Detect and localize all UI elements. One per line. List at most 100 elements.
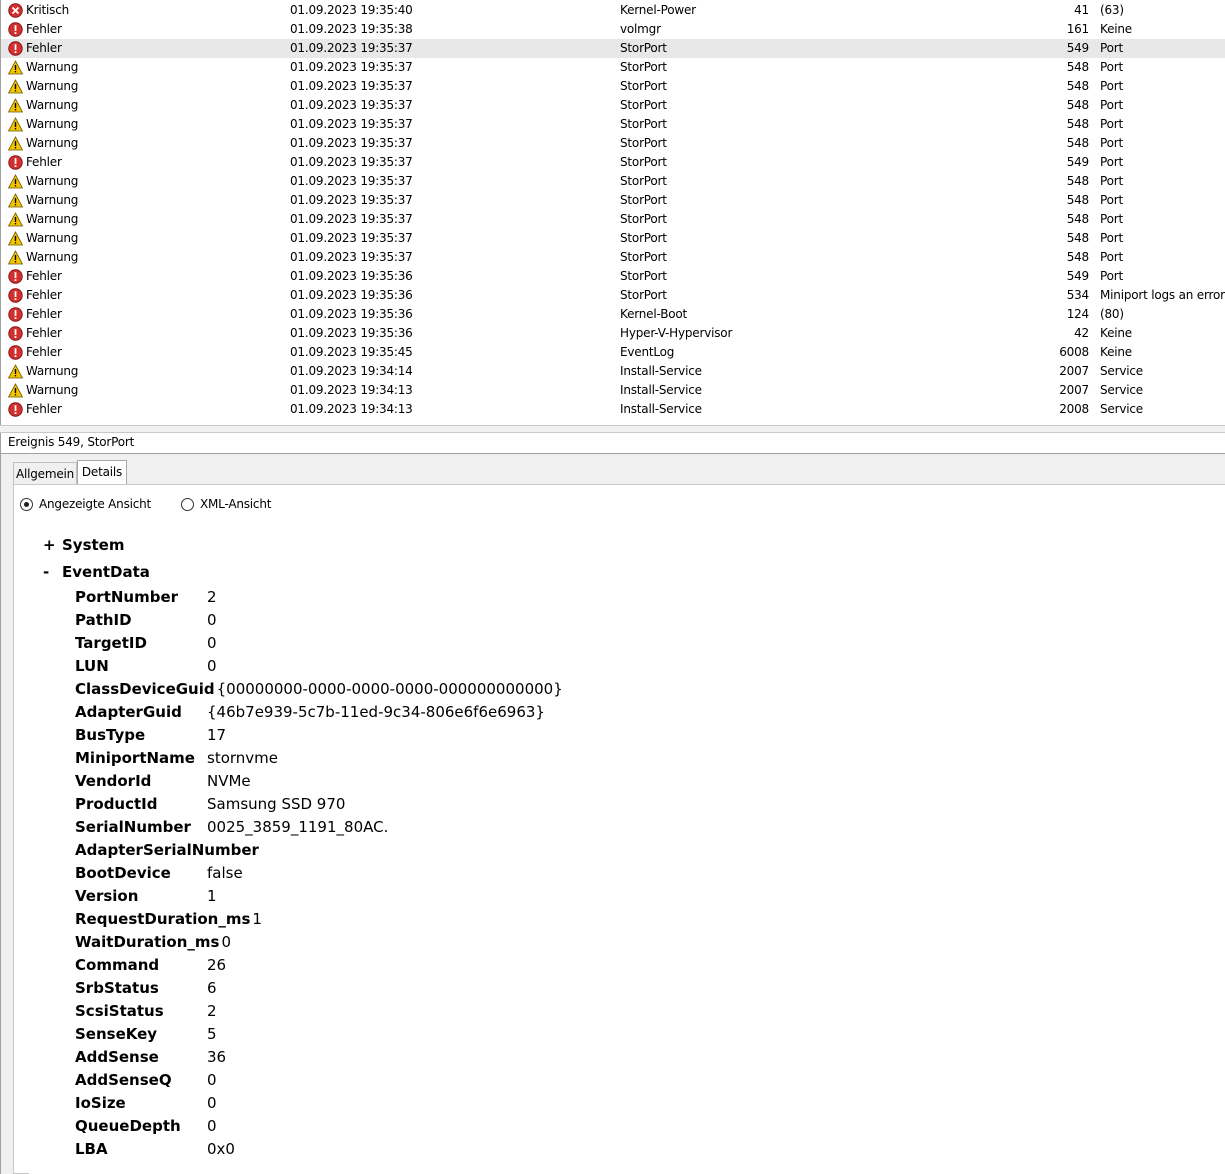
event-level: Warnung [26, 250, 79, 264]
tab-details[interactable]: Details [77, 460, 127, 484]
eventdata-row: AddSense 36 [75, 1046, 675, 1069]
expand-icon[interactable]: + [43, 536, 56, 554]
event-source: Install-Service [620, 402, 702, 416]
event-category: Service [1100, 383, 1143, 397]
eventdata-row: AdapterGuid {46b7e939-5c7b-11ed-9c34-806e… [75, 701, 675, 724]
collapse-icon[interactable]: - [43, 563, 49, 581]
event-level: Warnung [26, 136, 79, 150]
event-id: 161 [1066, 22, 1090, 36]
error-icon [8, 22, 23, 37]
warning-icon [7, 174, 24, 189]
event-id: 549 [1066, 155, 1090, 169]
eventdata-value: 36 [207, 1048, 227, 1066]
event-level: Warnung [26, 212, 79, 226]
event-category: Keine [1100, 22, 1132, 36]
event-date: 01.09.2023 19:35:37 [290, 79, 413, 93]
event-xml-tree: + System - EventData PortNumber 2 PathID 0 T… [29, 524, 1225, 1174]
radio-xml-view[interactable]: XML-Ansicht [181, 495, 281, 513]
event-category: Port [1100, 155, 1123, 169]
event-row[interactable]: Warnung 01.09.2023 19:34:13 Install-Servic… [1, 381, 1225, 400]
eventdata-value: 0 [207, 1071, 217, 1089]
event-id: 549 [1066, 41, 1090, 55]
event-row[interactable]: Fehler 01.09.2023 19:35:36 Hyper-V-Hypervi… [1, 324, 1225, 343]
event-row[interactable]: Warnung 01.09.2023 19:35:37 StorPort 548 Por… [1, 191, 1225, 210]
event-row[interactable]: Fehler 01.09.2023 19:35:37 StorPort 549 Port [1, 153, 1225, 172]
event-date: 01.09.2023 19:34:13 [290, 383, 413, 397]
event-row[interactable]: Warnung 01.09.2023 19:35:37 StorPort 548 Por… [1, 172, 1225, 191]
eventdata-row: SerialNumber 0025_3859_1191_80AC. [75, 816, 675, 839]
event-row[interactable]: Fehler 01.09.2023 19:35:37 StorPort 549 Port [1, 39, 1225, 58]
event-source: volmgr [620, 22, 661, 36]
eventdata-row: Command 26 [75, 954, 675, 977]
event-row[interactable]: Warnung 01.09.2023 19:35:37 StorPort 548 Por… [1, 210, 1225, 229]
event-row[interactable]: Warnung 01.09.2023 19:34:14 Install-Servic… [1, 362, 1225, 381]
event-category: Service [1100, 364, 1143, 378]
event-id: 548 [1066, 98, 1090, 112]
radio-displayed-view-label: Angezeigte Ansicht [39, 497, 152, 511]
event-row[interactable]: Fehler 01.09.2023 19:35:36 StorPort 549 Port [1, 267, 1225, 286]
eventdata-value: stornvme [207, 749, 279, 767]
event-row[interactable]: Kritisch 01.09.2023 19:35:40 Kernel-Power 4… [1, 1, 1225, 20]
event-category: Port [1100, 250, 1123, 264]
eventdata-row: PortNumber 2 [75, 586, 675, 609]
event-source: StorPort [620, 288, 667, 302]
eventdata-value: 2 [207, 1002, 217, 1020]
event-row-partial[interactable] [1, 419, 1225, 424]
eventdata-row: VendorId NVMe [75, 770, 675, 793]
radio-displayed-view[interactable]: Angezeigte Ansicht [20, 495, 152, 513]
eventdata-key: VendorId [75, 772, 152, 790]
tree-node-system[interactable]: + System [29, 536, 229, 556]
eventdata-value: 0 [207, 611, 217, 629]
event-source: StorPort [620, 193, 667, 207]
event-detail-title: Ereignis 549, StorPort [1, 433, 1225, 454]
event-source: EventLog [620, 345, 675, 359]
warning-icon [7, 250, 24, 265]
eventdata-row: WaitDuration_ms 0 [75, 931, 675, 954]
event-category: Port [1100, 79, 1123, 93]
event-date: 01.09.2023 19:34:13 [290, 402, 413, 416]
event-row[interactable]: Fehler 01.09.2023 19:35:38 volmgr 161 Keine [1, 20, 1225, 39]
event-id: 549 [1066, 269, 1090, 283]
tab-allgemein[interactable]: Allgemein [13, 462, 77, 484]
event-level: Fehler [26, 345, 62, 359]
eventdata-row: RequestDuration_ms 1 [75, 908, 675, 931]
event-level: Fehler [26, 155, 62, 169]
eventdata-value: 0 [207, 657, 217, 675]
event-id: 2008 [1059, 402, 1089, 416]
event-row[interactable]: Warnung 01.09.2023 19:35:37 StorPort 548 Por… [1, 134, 1225, 153]
eventdata-key: ProductId [75, 795, 158, 813]
event-id: 124 [1066, 307, 1090, 321]
event-row[interactable]: Warnung 01.09.2023 19:35:37 StorPort 548 Por… [1, 115, 1225, 134]
error-icon [8, 41, 23, 56]
eventdata-row: ClassDeviceGuid {00000000-0000-0000-0000-… [75, 678, 675, 701]
eventdata-value: 0 [207, 1094, 217, 1112]
event-id: 6008 [1059, 345, 1089, 359]
event-row[interactable]: Fehler 01.09.2023 19:35:36 Kernel-Boot 124 (… [1, 305, 1225, 324]
event-category: Port [1100, 136, 1123, 150]
event-row[interactable]: Fehler 01.09.2023 19:34:13 Install-Service… [1, 400, 1225, 419]
event-row[interactable]: Fehler 01.09.2023 19:35:45 EventLog 6008 Kei… [1, 343, 1225, 362]
event-list[interactable]: Kritisch 01.09.2023 19:35:40 Kernel-Power 4… [0, 0, 1225, 425]
event-id: 548 [1066, 60, 1090, 74]
tree-node-eventdata[interactable]: - EventData [29, 563, 229, 583]
event-detail-pane: Ereignis 549, StorPort Allgemein Details… [0, 433, 1225, 1174]
event-row[interactable]: Warnung 01.09.2023 19:35:37 StorPort 548 Por… [1, 229, 1225, 248]
event-level: Fehler [26, 288, 62, 302]
event-row[interactable]: Warnung 01.09.2023 19:35:37 StorPort 548 Por… [1, 248, 1225, 267]
pane-splitter[interactable] [0, 425, 1225, 433]
event-date: 01.09.2023 19:35:37 [290, 98, 413, 112]
event-row[interactable]: Fehler 01.09.2023 19:35:36 StorPort 534 Mini… [1, 286, 1225, 305]
event-source: StorPort [620, 60, 667, 74]
event-row[interactable]: Warnung 01.09.2023 19:35:37 StorPort 548 Por… [1, 96, 1225, 115]
event-id: 2007 [1059, 364, 1089, 378]
event-level: Warnung [26, 117, 79, 131]
eventdata-key: RequestDuration_ms [75, 910, 251, 928]
event-row[interactable]: Warnung 01.09.2023 19:35:37 StorPort 548 Por… [1, 58, 1225, 77]
event-row[interactable]: Warnung 01.09.2023 19:35:37 StorPort 548 Por… [1, 77, 1225, 96]
event-date: 01.09.2023 19:35:38 [290, 22, 413, 36]
event-date: 01.09.2023 19:35:40 [290, 3, 413, 17]
event-date: 01.09.2023 19:35:37 [290, 155, 413, 169]
event-id: 42 [1074, 326, 1089, 340]
event-id: 548 [1066, 250, 1090, 264]
eventdata-value: {00000000-0000-0000-0000-000000000000} [216, 680, 563, 698]
